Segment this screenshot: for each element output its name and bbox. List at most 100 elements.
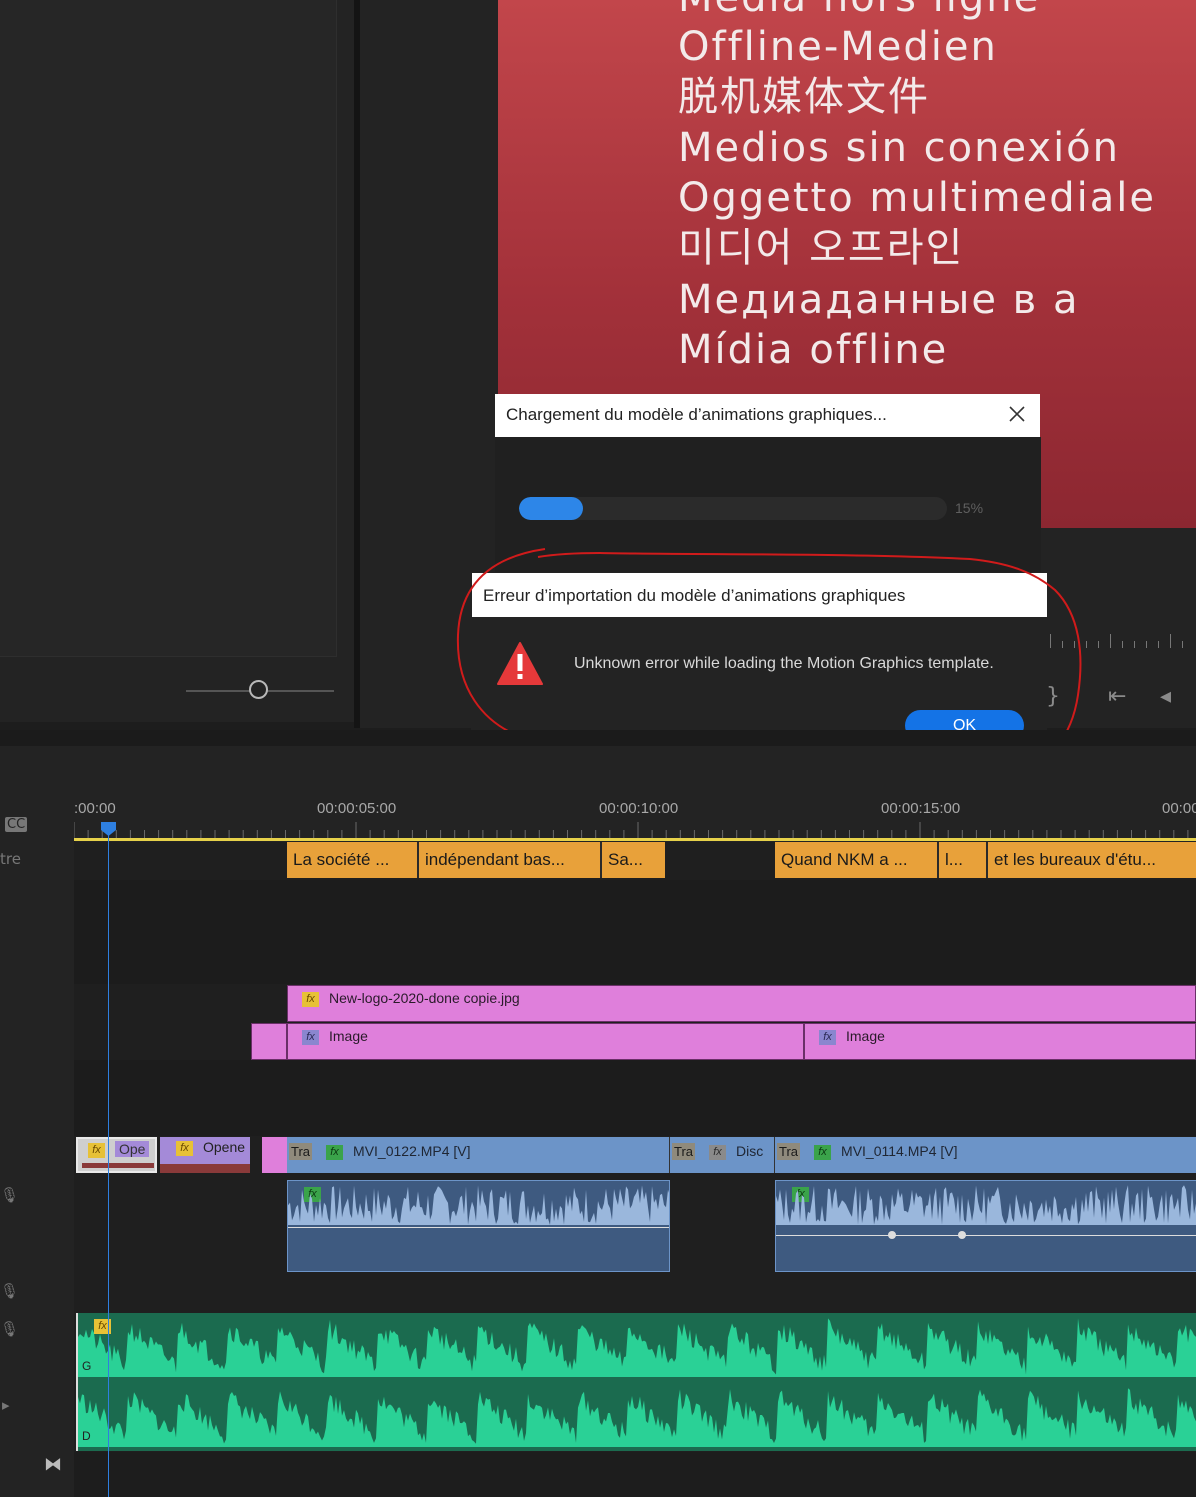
audio-clip-mvi0114[interactable]: fx xyxy=(775,1180,1196,1272)
microphone-icon-a2[interactable]: 🎙 xyxy=(0,1282,19,1300)
fx-badge: fx xyxy=(302,991,319,1007)
channel-label-left: G xyxy=(82,1359,92,1373)
timecode-0: :00:00 xyxy=(74,800,116,817)
clip-opene[interactable]: fx Opene xyxy=(160,1137,250,1173)
video-clip-disc[interactable]: Tra fx Disc xyxy=(670,1137,775,1173)
caption-clip[interactable]: Quand NKM a ... xyxy=(775,842,939,878)
video-clip-mvi0122[interactable]: Tra fx MVI_0122.MP4 [V] xyxy=(287,1137,670,1173)
volume-line[interactable] xyxy=(288,1227,669,1228)
clip-label: Image xyxy=(846,1028,885,1044)
offline-text-it: Oggetto multimediale xyxy=(678,175,1156,221)
ruler-tick xyxy=(1158,641,1159,648)
empty-track xyxy=(74,880,1196,947)
track-headers: CC tre 🎙 🎙 🎙 ▸ ⧓ xyxy=(0,790,75,1497)
progress-bar-fill xyxy=(519,497,584,520)
fx-badge: fx xyxy=(326,1144,344,1160)
ruler-tick xyxy=(1050,634,1051,648)
clip-label: New-logo-2020-done copie.jpg xyxy=(329,990,520,1006)
audio-waveform xyxy=(78,1318,1196,1447)
audio-clip-music[interactable]: fx G D xyxy=(76,1313,1196,1451)
fx-badge: fx xyxy=(176,1140,193,1156)
timeline-ruler[interactable]: :00:00 00:00:05:00 00:00:10:00 00:00:15:… xyxy=(74,790,1196,840)
offline-text-ko: 미디어 오프라인 xyxy=(678,225,965,271)
transition-label: Tra xyxy=(777,1143,801,1160)
zoom-fit-icon[interactable]: ⧓ xyxy=(44,1454,62,1475)
timecode-5: 00:00:05:00 xyxy=(317,800,397,817)
mark-out-icon[interactable]: } xyxy=(1046,684,1060,709)
graphic-clip-stub[interactable] xyxy=(251,1023,287,1060)
clip-color-strip xyxy=(82,1163,154,1168)
error-message: Unknown error while loading the Motion G… xyxy=(574,655,994,672)
microphone-icon-a3[interactable]: 🎙 xyxy=(0,1320,19,1338)
audio-waveform xyxy=(288,1185,669,1225)
clip-label: Opene xyxy=(203,1139,246,1155)
playhead-handle[interactable] xyxy=(101,822,116,836)
error-dialog-title: Erreur d’importation du modèle d’animati… xyxy=(483,586,906,605)
microphone-icon[interactable]: 🎙 xyxy=(0,1186,19,1204)
caption-clip[interactable]: Sa... xyxy=(602,842,665,878)
caption-clip[interactable]: La société ... xyxy=(287,842,419,878)
go-to-in-icon[interactable]: ⇤ xyxy=(1108,684,1126,709)
source-monitor-viewer xyxy=(0,0,337,657)
image-clip[interactable]: fx Image xyxy=(804,1023,1196,1060)
volume-line[interactable] xyxy=(776,1235,1196,1236)
clip-label: Image xyxy=(329,1028,368,1044)
clip-label: MVI_0114.MP4 [V] xyxy=(841,1143,958,1159)
closed-captions-icon[interactable]: CC xyxy=(5,817,28,832)
progress-bar xyxy=(519,497,947,520)
caption-track-label: tre xyxy=(0,850,21,868)
keyframe[interactable] xyxy=(958,1231,966,1239)
clip-color-strip xyxy=(160,1164,250,1173)
channel-label-right: D xyxy=(82,1429,91,1443)
ruler-ticks xyxy=(74,822,1189,838)
fx-badge: fx xyxy=(88,1142,105,1158)
ruler-tick xyxy=(1182,641,1183,648)
timeline-footer xyxy=(74,1452,1196,1497)
error-dialog-titlebar: Erreur d’importation du modèle d’animati… xyxy=(472,573,1047,617)
transition-label: Tra xyxy=(672,1143,696,1160)
close-icon[interactable] xyxy=(1006,403,1028,425)
progress-percent: 15% xyxy=(955,500,984,516)
offline-text-es: Medios sin conexión xyxy=(678,125,1121,171)
program-timeline-ruler[interactable] xyxy=(1050,634,1196,648)
work-area-bar[interactable] xyxy=(74,838,1196,841)
audio-track-a2 xyxy=(74,1272,1196,1311)
offline-text-pt: Mídia offline xyxy=(678,327,949,373)
warning-icon xyxy=(497,642,543,685)
transition-label: Tra xyxy=(289,1143,313,1160)
graphic-clip-logo[interactable]: fx New-logo-2020-done copie.jpg xyxy=(287,985,1196,1022)
clip-ope[interactable]: fx Ope xyxy=(76,1137,157,1173)
ruler-tick xyxy=(1074,641,1075,648)
ruler-tick xyxy=(1122,641,1123,648)
timecode-10: 00:00:10:00 xyxy=(599,800,679,817)
caption-clip[interactable]: et les bureaux d'étu... xyxy=(988,842,1196,878)
clip-label: Disc xyxy=(736,1143,764,1159)
caption-clip[interactable]: indépendant bas... xyxy=(419,842,602,878)
playhead-line[interactable] xyxy=(108,822,109,1497)
timecode-15: 00:00:15:00 xyxy=(881,800,961,817)
graphic-clip-stub[interactable] xyxy=(262,1137,287,1173)
timeline-tabbar xyxy=(0,730,1196,746)
ruler-tick xyxy=(1062,641,1063,648)
loading-dialog-title: Chargement du modèle d’animations graphi… xyxy=(506,405,887,424)
empty-tracks xyxy=(74,1060,1196,1137)
keyframe[interactable] xyxy=(888,1231,896,1239)
zoom-slider-handle[interactable] xyxy=(249,680,268,699)
offline-text-fr: Média hors ligne xyxy=(678,0,1040,18)
audio-clip-mvi0122[interactable]: fx xyxy=(287,1180,670,1272)
audio-waveform xyxy=(776,1185,1196,1225)
video-clip-mvi0114[interactable]: Tra fx MVI_0114.MP4 [V] xyxy=(775,1137,1196,1173)
ruler-tick xyxy=(1098,641,1099,648)
video-track-v4 xyxy=(74,946,1196,985)
caption-clip[interactable]: l... xyxy=(939,842,988,878)
fx-badge: fx xyxy=(709,1144,727,1160)
image-clip[interactable]: fx Image xyxy=(287,1023,804,1060)
clip-label: Ope xyxy=(115,1141,150,1157)
ruler-tick xyxy=(1110,634,1111,648)
expand-arrow-icon[interactable]: ▸ xyxy=(2,1396,10,1414)
offline-text-de: Offline-Medien xyxy=(678,24,998,70)
offline-text-zh: 脱机媒体文件 xyxy=(678,74,930,120)
step-back-icon[interactable]: ◂ xyxy=(1160,684,1171,709)
timecode-20: 00:00 xyxy=(1162,800,1196,817)
ruler-tick xyxy=(1134,641,1135,648)
